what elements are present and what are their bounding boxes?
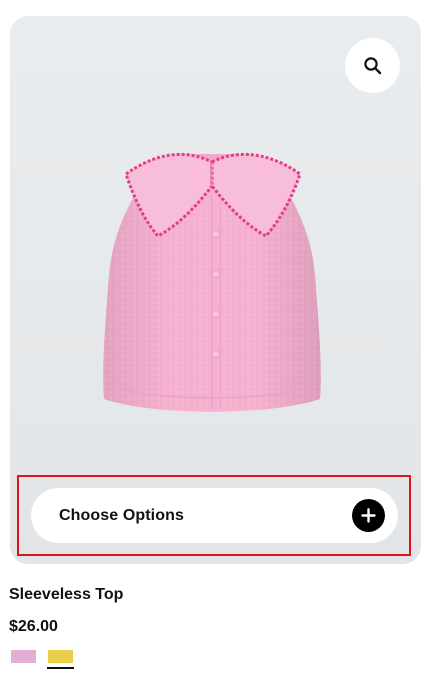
search-icon — [363, 56, 381, 74]
swatch-yellow-color — [48, 650, 73, 663]
swatch-pink[interactable] — [10, 650, 37, 669]
product-title[interactable]: Sleeveless Top — [9, 586, 123, 604]
swatch-pink-color — [11, 650, 36, 663]
color-swatches — [10, 650, 74, 669]
choose-options-button[interactable]: Choose Options — [31, 488, 398, 543]
swatch-pink-underline — [10, 667, 37, 669]
swatch-yellow-underline — [47, 667, 74, 669]
product-price: $26.00 — [9, 618, 58, 635]
product-image-card[interactable] — [10, 16, 421, 564]
swatch-yellow[interactable] — [47, 650, 74, 669]
product-photo — [103, 152, 321, 412]
zoom-button[interactable] — [345, 38, 400, 93]
choose-options-label: Choose Options — [59, 506, 184, 524]
plus-icon — [352, 499, 385, 532]
